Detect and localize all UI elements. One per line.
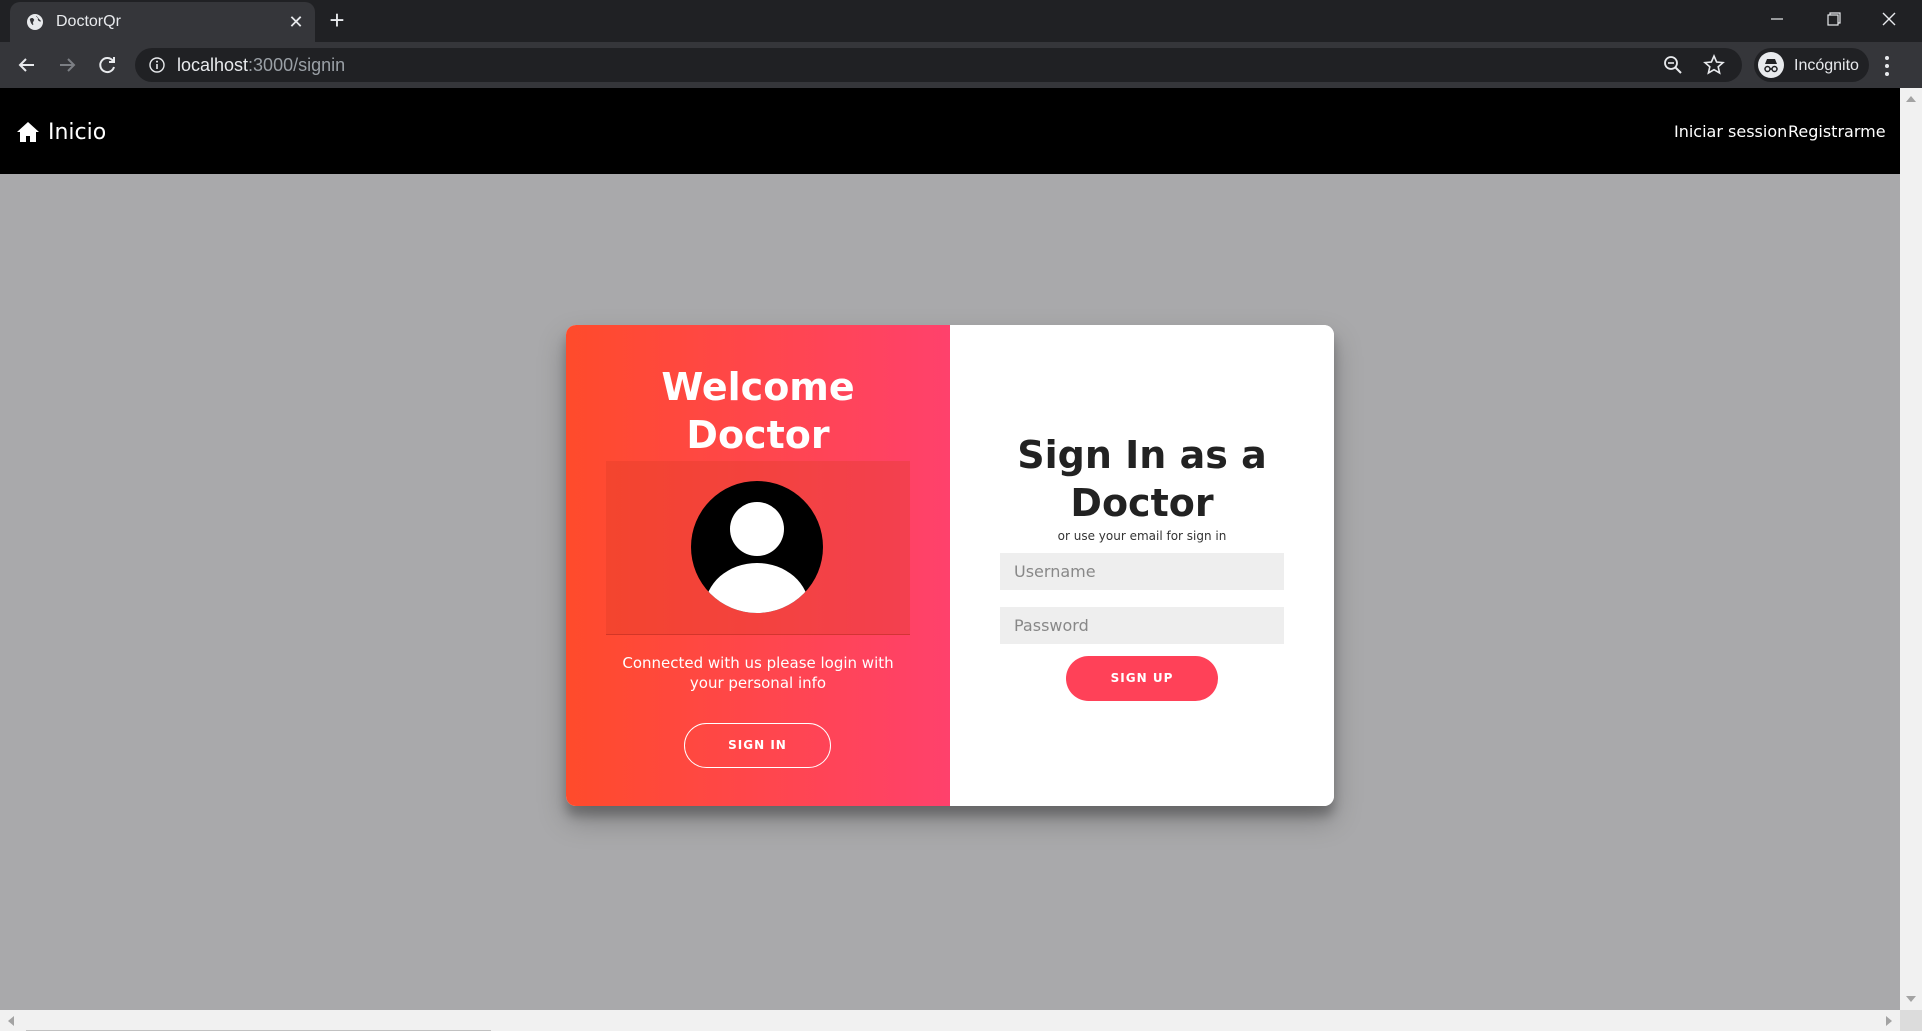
avatar-icon	[691, 481, 823, 613]
scrollbar-corner	[1900, 1010, 1922, 1031]
welcome-title-line2: Doctor	[686, 413, 830, 457]
star-icon[interactable]	[1703, 54, 1725, 76]
welcome-message: Connected with us please login with your…	[606, 653, 910, 693]
zoom-icon[interactable]	[1663, 55, 1683, 75]
reload-icon[interactable]	[92, 50, 122, 80]
info-icon[interactable]	[149, 57, 165, 73]
nav-signin-link[interactable]: Iniciar session	[1674, 122, 1787, 141]
avatar-container	[606, 461, 910, 635]
signin-form: Sign In as a Doctor or use your email fo…	[950, 325, 1334, 806]
url-text[interactable]: localhost:3000/signin	[177, 55, 345, 76]
password-input[interactable]	[1000, 607, 1284, 644]
welcome-title-line1: Welcome	[661, 365, 855, 409]
form-title-line1: Sign In as a	[1017, 433, 1267, 477]
welcome-panel: Welcome Doctor Connected with us please …	[566, 325, 950, 806]
page-viewport: Inicio Iniciar session Registrarme Welco…	[0, 88, 1900, 1010]
welcome-message-line2: your personal info	[689, 674, 827, 692]
brand-label: Inicio	[48, 119, 107, 145]
globe-icon	[27, 14, 43, 30]
browser-tab[interactable]: DoctorQr ✕	[10, 2, 315, 42]
window-close-icon[interactable]	[1869, 6, 1909, 32]
address-bar[interactable]: localhost:3000/signin	[135, 48, 1742, 82]
sign-up-button[interactable]: SIGN UP	[1066, 656, 1218, 701]
welcome-message-line1: Connected with us please login with	[622, 654, 894, 672]
url-host: localhost	[177, 55, 249, 75]
sign-in-button[interactable]: SIGN IN	[684, 723, 831, 768]
home-link[interactable]: Inicio	[16, 118, 106, 146]
minimize-icon[interactable]	[1757, 6, 1797, 32]
browser-toolbar: localhost:3000/signin Incógnito	[0, 42, 1922, 88]
welcome-title: Welcome Doctor	[566, 363, 950, 459]
incognito-label: Incógnito	[1794, 57, 1859, 74]
horizontal-scrollbar[interactable]	[0, 1010, 1900, 1031]
form-title-line2: Doctor	[1070, 481, 1214, 525]
restore-icon[interactable]	[1813, 6, 1853, 32]
plus-icon[interactable]: +	[324, 7, 350, 34]
tab-title: DoctorQr	[56, 13, 121, 30]
nav-register-link[interactable]: Registrarme	[1788, 122, 1886, 141]
url-path: :3000/signin	[248, 55, 346, 75]
home-icon	[17, 122, 39, 142]
form-subtitle: or use your email for sign in	[1057, 529, 1227, 543]
forward-icon[interactable]	[52, 50, 82, 80]
vertical-scrollbar[interactable]	[1900, 88, 1922, 1010]
incognito-profile-button[interactable]: Incógnito	[1754, 48, 1869, 82]
back-icon[interactable]	[12, 50, 42, 80]
menu-icon[interactable]	[1882, 54, 1892, 78]
incognito-icon	[1758, 52, 1784, 78]
browser-tabstrip: DoctorQr ✕ +	[0, 0, 1922, 42]
site-navbar: Inicio Iniciar session Registrarme	[0, 88, 1900, 174]
username-input[interactable]	[1000, 553, 1284, 590]
close-icon[interactable]: ✕	[285, 11, 307, 33]
form-title: Sign In as a Doctor	[950, 431, 1334, 527]
signin-card: Welcome Doctor Connected with us please …	[566, 325, 1334, 806]
